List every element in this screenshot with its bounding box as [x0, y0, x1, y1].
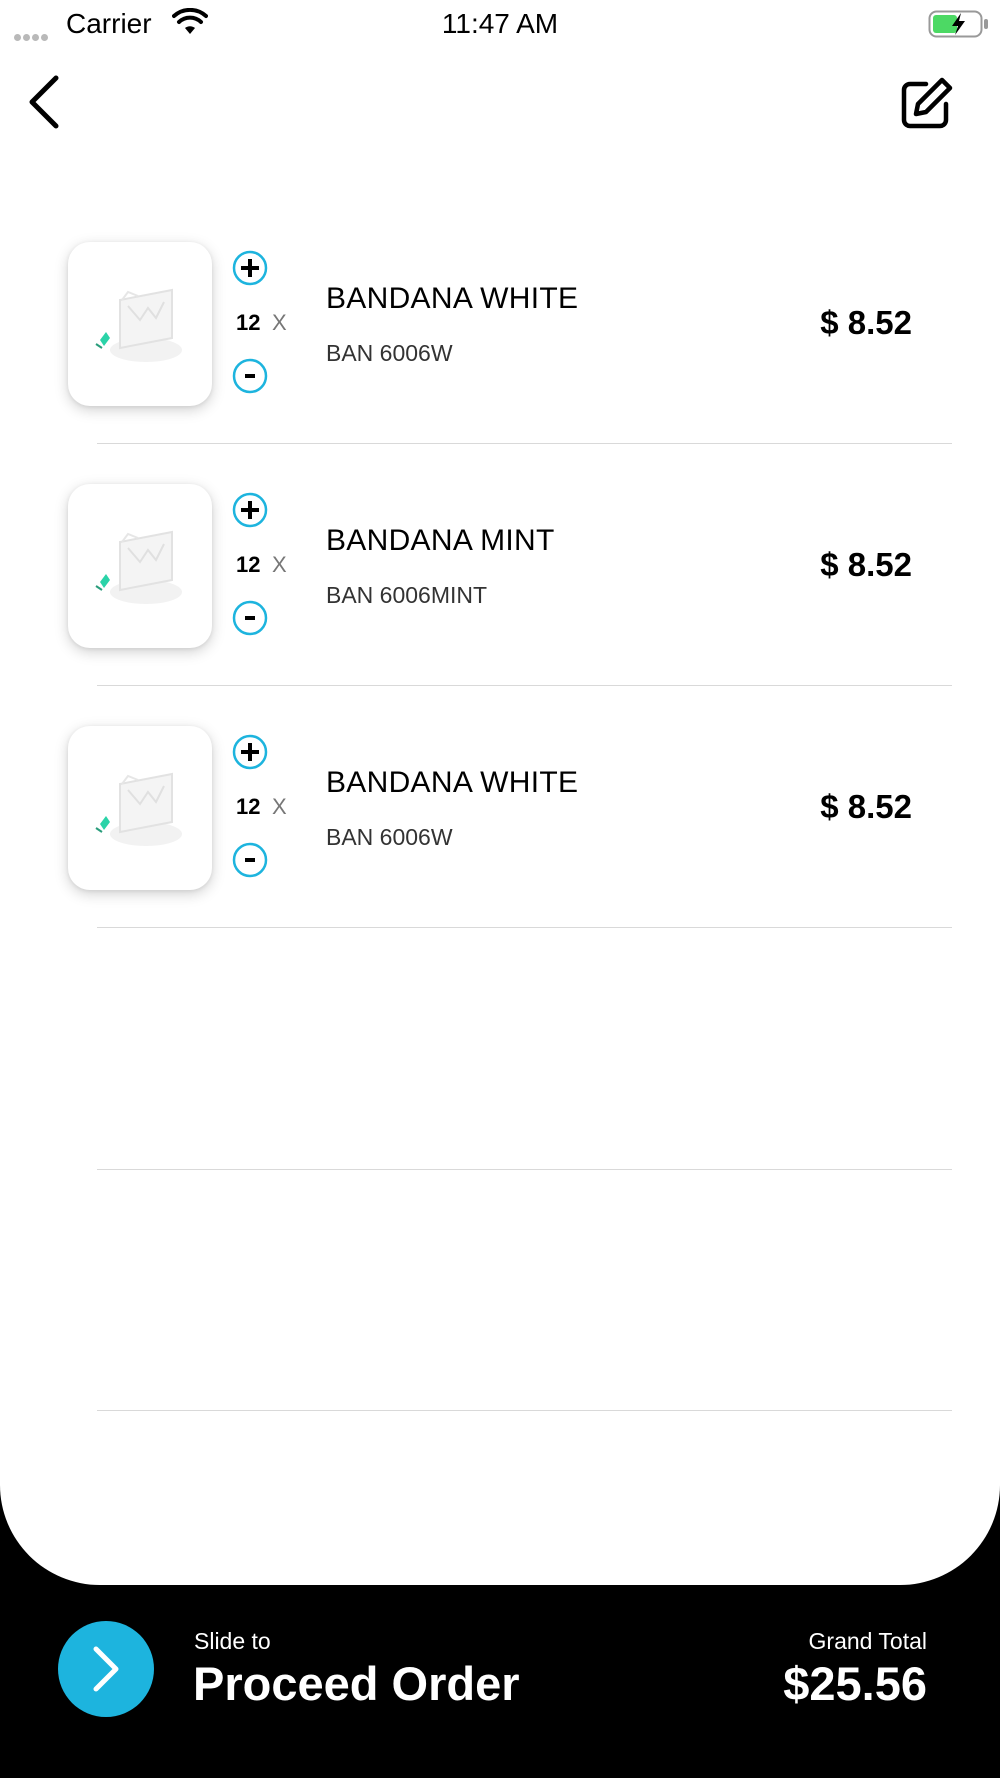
plus-icon: [232, 734, 268, 770]
product-placeholder-image: [95, 772, 182, 846]
decrease-quantity-button[interactable]: [232, 358, 268, 394]
decrease-quantity-button[interactable]: [232, 842, 268, 878]
product-name: BANDANA WHITE: [326, 282, 579, 315]
plus-icon: [232, 492, 268, 528]
row-divider: [97, 1410, 952, 1411]
product-price: $ 8.52: [820, 546, 912, 583]
slide-to-label: Slide to: [194, 1628, 271, 1654]
product-sku: BAN 6006W: [326, 340, 453, 366]
row-divider: [97, 443, 952, 444]
item-quantity: 12: [236, 310, 261, 335]
product-thumbnail[interactable]: [68, 726, 212, 890]
increase-quantity-button[interactable]: [232, 492, 268, 528]
edit-button[interactable]: [900, 76, 954, 130]
product-sku: BAN 6006W: [326, 824, 453, 850]
times-symbol: X: [272, 552, 287, 577]
increase-quantity-button[interactable]: [232, 734, 268, 770]
increase-quantity-button[interactable]: [232, 250, 268, 286]
product-name: BANDANA WHITE: [326, 766, 579, 799]
product-name: BANDANA MINT: [326, 524, 555, 557]
item-quantity: 12: [236, 552, 261, 577]
product-thumbnail[interactable]: [68, 242, 212, 406]
product-placeholder-image: [95, 530, 182, 604]
product-price: $ 8.52: [820, 304, 912, 341]
product-sku: BAN 6006MINT: [326, 582, 488, 608]
product-price: $ 8.52: [820, 788, 912, 825]
row-divider: [97, 685, 952, 686]
times-symbol: X: [272, 794, 287, 819]
status-bar: Carrier 11:47 AM: [0, 0, 1000, 48]
cart-item: 12 X BANDANA WHITE BAN 6006W $ 8.52: [0, 242, 1000, 484]
decrease-quantity-button[interactable]: [232, 600, 268, 636]
row-divider: [97, 927, 952, 928]
battery-charging-icon: [928, 10, 988, 38]
cart-item: 12 X BANDANA WHITE BAN 6006W $ 8.52: [0, 726, 1000, 968]
product-thumbnail[interactable]: [68, 484, 212, 648]
minus-icon: [232, 358, 268, 394]
status-time: 11:47 AM: [441, 8, 559, 39]
minus-icon: [232, 842, 268, 878]
back-button[interactable]: [26, 74, 66, 130]
product-placeholder-image: [95, 288, 182, 362]
edit-icon: [901, 77, 953, 129]
item-quantity: 12: [236, 794, 261, 819]
slide-to-proceed-handle[interactable]: [58, 1621, 154, 1717]
chevron-left-icon: [29, 75, 59, 129]
times-symbol: X: [272, 310, 287, 335]
grand-total-label: Grand Total: [808, 1628, 927, 1654]
row-divider: [97, 1169, 952, 1170]
grand-total-value: $25.56: [783, 1657, 927, 1710]
proceed-order-label: Proceed Order: [193, 1657, 520, 1710]
chevron-right-icon: [93, 1646, 119, 1692]
plus-icon: [232, 250, 268, 286]
minus-icon: [232, 600, 268, 636]
cart-item: 12 X BANDANA MINT BAN 6006MINT $ 8.52: [0, 484, 1000, 726]
